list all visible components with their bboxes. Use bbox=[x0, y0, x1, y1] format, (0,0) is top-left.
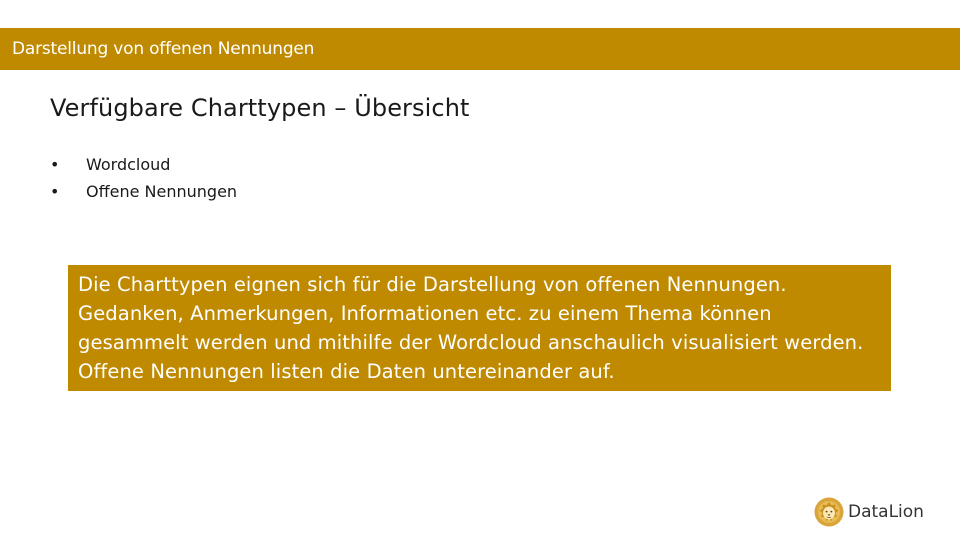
lion-head-icon bbox=[814, 497, 844, 527]
info-box-text: Die Charttypen eignen sich für die Darst… bbox=[78, 273, 864, 383]
datalion-logo: DataLion bbox=[814, 497, 924, 527]
bullet-marker: • bbox=[50, 155, 60, 174]
info-box: Die Charttypen eignen sich für die Darst… bbox=[68, 265, 891, 391]
list-item-label: Wordcloud bbox=[86, 155, 171, 174]
logo-text: DataLion bbox=[848, 502, 924, 522]
header-bar: Darstellung von offenen Nennungen bbox=[0, 28, 960, 70]
list-item-label: Offene Nennungen bbox=[86, 182, 238, 201]
bullet-marker: • bbox=[50, 182, 60, 201]
slide-title: Verfügbare Charttypen – Übersicht bbox=[50, 94, 470, 122]
header-title: Darstellung von offenen Nennungen bbox=[12, 39, 315, 59]
